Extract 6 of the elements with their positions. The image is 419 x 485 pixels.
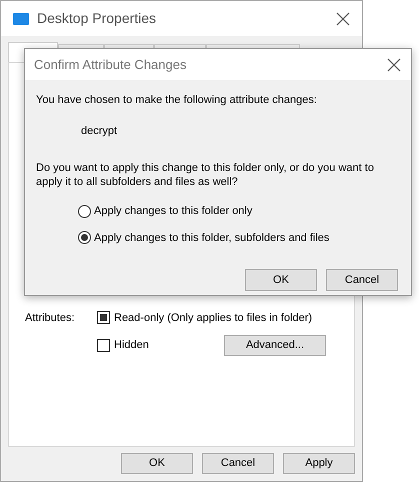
dialog-title: Confirm Attribute Changes (34, 56, 188, 74)
attributes-label: Attributes: (25, 310, 76, 326)
intro-text: You have chosen to make the following attribute changes: (36, 93, 318, 108)
question-text: Do you want to apply this change to this folder only, or do you want to apply it to all subfolders and files as well? (36, 161, 375, 189)
window-title: Desktop Properties (37, 9, 158, 28)
change-text: decrypt (81, 124, 118, 138)
